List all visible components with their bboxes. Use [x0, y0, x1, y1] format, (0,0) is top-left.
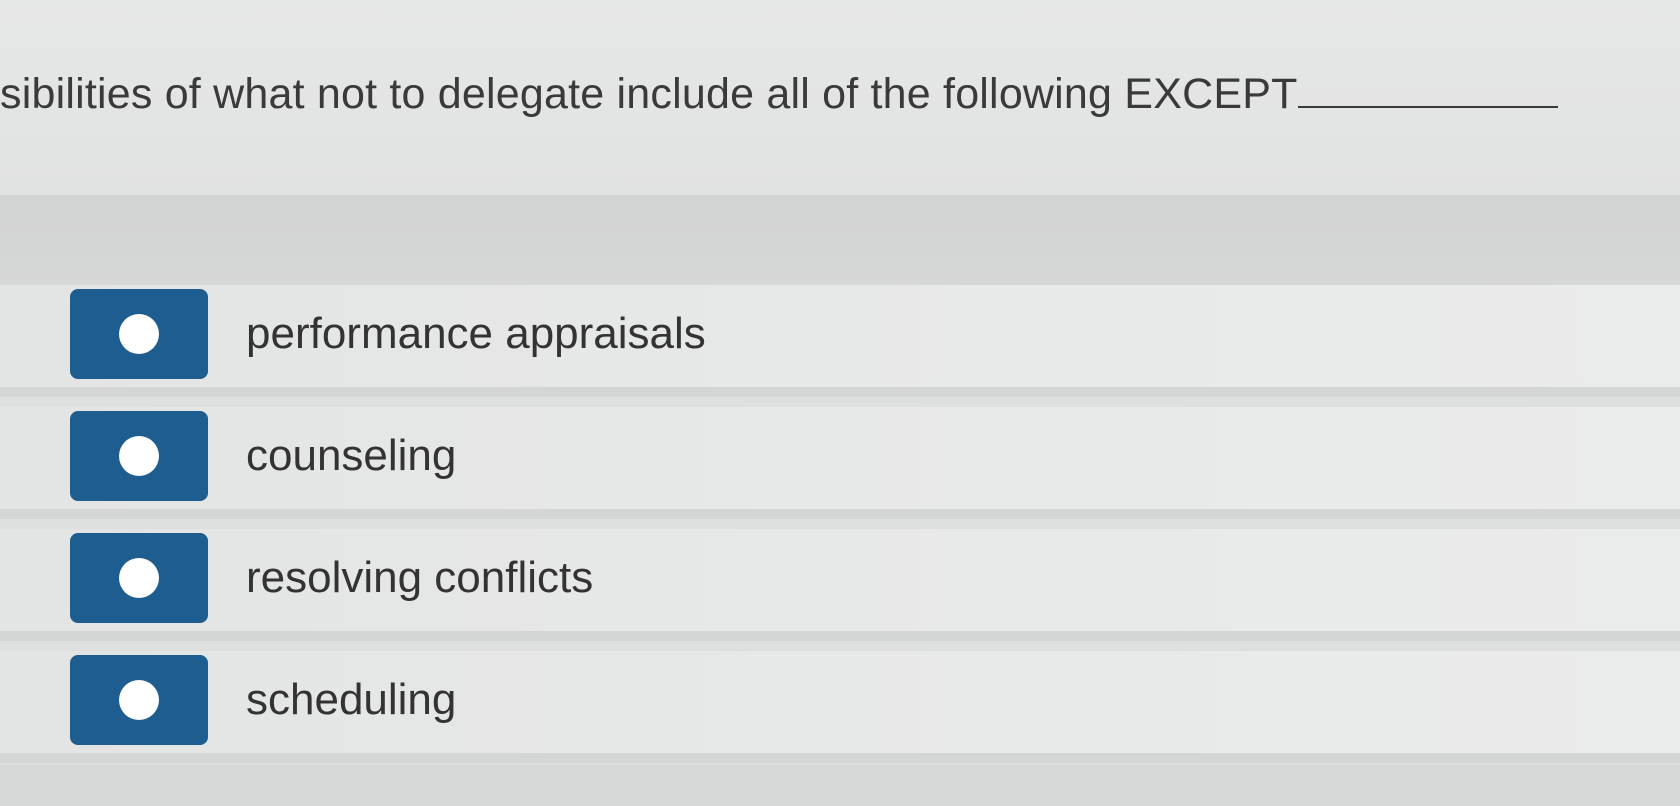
radio-button[interactable] [70, 411, 208, 501]
question-area: sibilities of what not to delegate inclu… [0, 0, 1680, 195]
radio-dot-icon [119, 680, 159, 720]
option-label: performance appraisals [246, 309, 706, 358]
footer-band [0, 765, 1680, 806]
option-scheduling[interactable]: scheduling [0, 651, 1680, 763]
question-text: sibilities of what not to delegate inclu… [0, 70, 1298, 118]
answer-options: performance appraisals counseling resolv… [0, 285, 1680, 765]
radio-button[interactable] [70, 533, 208, 623]
radio-dot-icon [119, 558, 159, 598]
question-prompt: sibilities of what not to delegate inclu… [0, 70, 1558, 119]
option-counseling[interactable]: counseling [0, 407, 1680, 519]
divider-band [0, 195, 1680, 285]
radio-dot-icon [119, 314, 159, 354]
option-label: counseling [246, 431, 457, 480]
option-label: resolving conflicts [246, 553, 594, 602]
answer-blank [1297, 70, 1558, 108]
radio-button[interactable] [70, 289, 208, 379]
radio-dot-icon [119, 436, 159, 476]
radio-button[interactable] [70, 655, 208, 745]
option-label: scheduling [246, 675, 457, 724]
option-resolving-conflicts[interactable]: resolving conflicts [0, 529, 1680, 641]
option-performance-appraisals[interactable]: performance appraisals [0, 285, 1680, 397]
